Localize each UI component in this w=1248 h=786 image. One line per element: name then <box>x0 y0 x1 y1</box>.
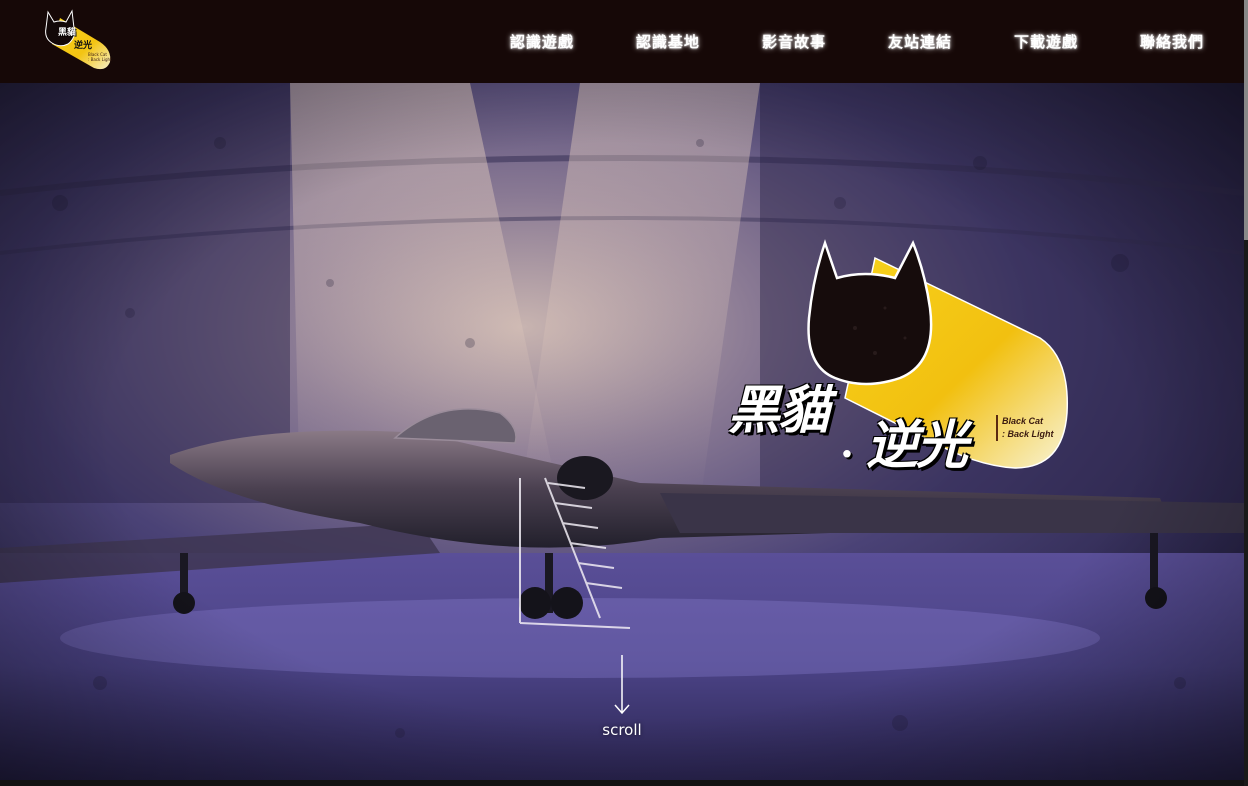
hero-subtitle-line2: : Back Light <box>1002 429 1054 439</box>
hero-subtitle: Black Cat : Back Light <box>996 415 1054 441</box>
site-logo[interactable]: 黑貓 逆光 Black Cat : Back Light <box>40 8 120 74</box>
scroll-indicator[interactable]: scroll <box>596 655 648 745</box>
nav-item-partner-links[interactable]: 友站連結 <box>888 31 952 52</box>
nav-item-about-game[interactable]: 認識遊戲 <box>510 31 574 52</box>
scrollbar-thumb[interactable] <box>1244 0 1248 240</box>
nav-item-about-base[interactable]: 認識基地 <box>636 31 700 52</box>
page: 黑貓 逆光 Black Cat : Back Light 認識遊戲 認識基地 影… <box>0 0 1248 786</box>
hero-title: 黑貓 · 逆光 <box>728 385 998 480</box>
scroll-label[interactable]: scroll <box>596 721 648 739</box>
bottom-strip <box>0 780 1248 786</box>
nav-item-contact-us[interactable]: 聯絡我們 <box>1140 31 1204 52</box>
page-scrollbar[interactable] <box>1244 0 1248 786</box>
logo-title: 黑貓 <box>58 28 77 38</box>
nav-item-download-game[interactable]: 下載遊戲 <box>1014 31 1078 52</box>
hero-title-separator: · <box>840 431 854 478</box>
hero-subtitle-line1: Black Cat <box>1002 416 1044 426</box>
nav-item-video-stories[interactable]: 影音故事 <box>762 31 826 52</box>
hero-title-part2: 逆光 <box>866 415 968 476</box>
site-header: 黑貓 逆光 Black Cat : Back Light 認識遊戲 認識基地 影… <box>0 0 1244 83</box>
logo-sub-2: : Back Light <box>88 57 112 62</box>
hero-title-part1: 黑貓 <box>728 380 830 441</box>
arrow-down-icon <box>614 655 630 715</box>
main-nav: 認識遊戲 認識基地 影音故事 友站連結 下載遊戲 聯絡我們 <box>448 0 1204 83</box>
hero-section: 黑貓 · 逆光 Black Cat : Back Light scroll <box>0 83 1244 780</box>
logo-title-2: 逆光 <box>74 41 93 51</box>
